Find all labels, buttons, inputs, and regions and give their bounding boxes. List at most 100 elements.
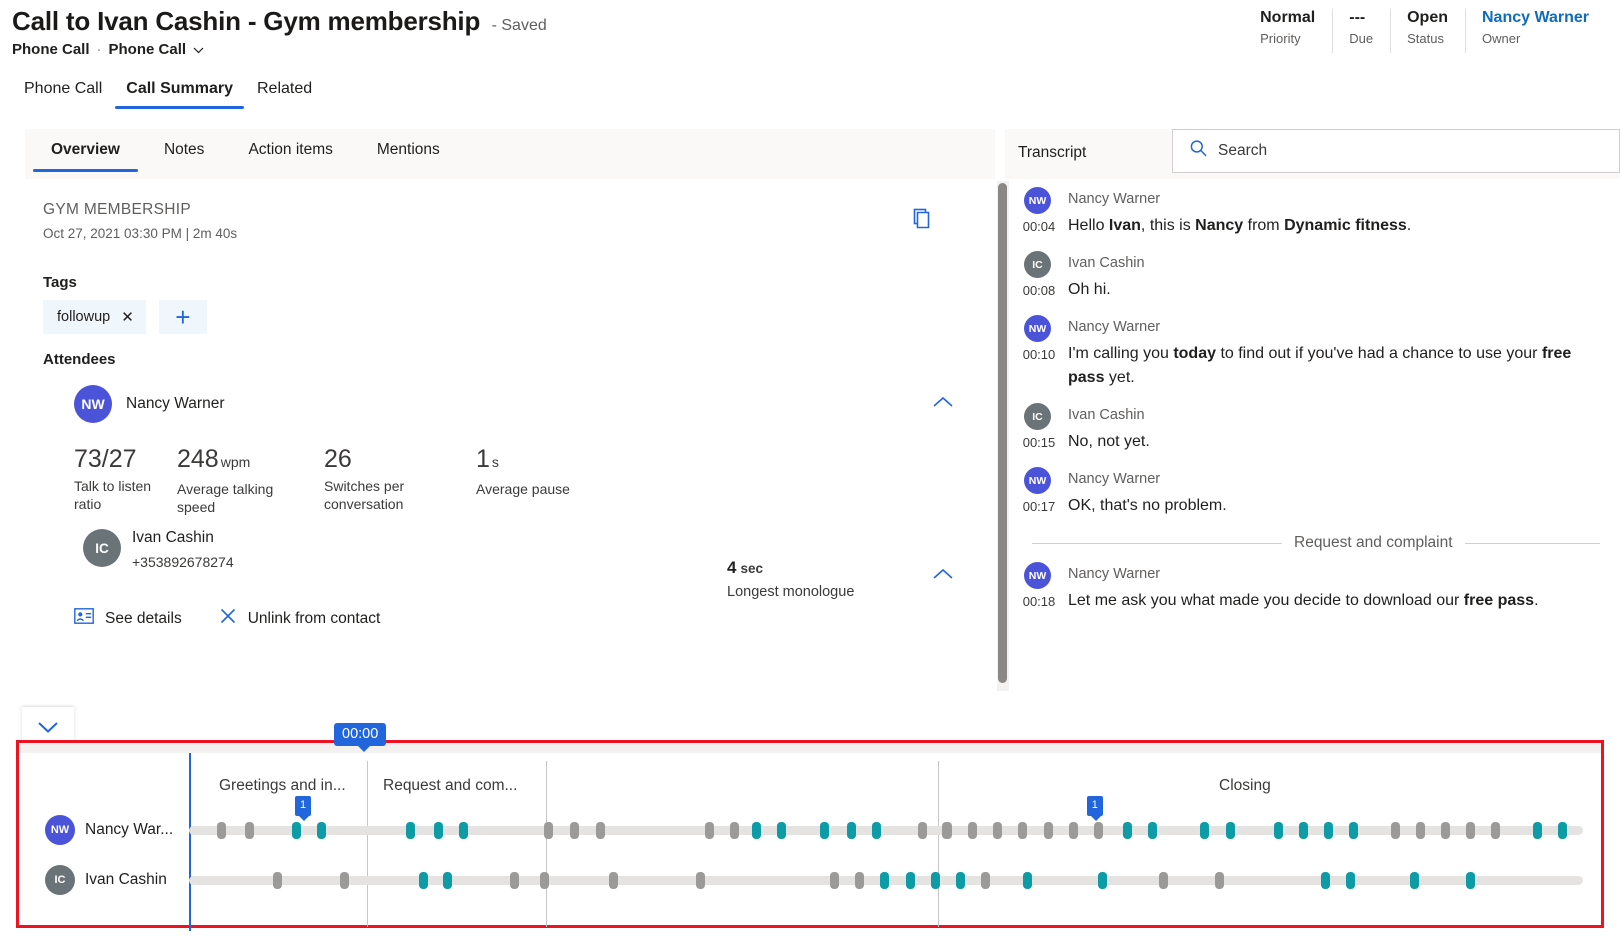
header-info-priority[interactable]: Normal Priority <box>1243 8 1332 47</box>
timeline-speech-blip <box>880 872 890 889</box>
transcript-timestamp: 00:08 <box>1022 283 1056 298</box>
avatar: IC <box>45 865 75 895</box>
header-info-group: Normal Priority --- Due Open Status Nanc… <box>1243 8 1606 60</box>
transcript-timestamp: 00:17 <box>1022 499 1056 514</box>
tab-overview[interactable]: Overview <box>29 129 142 172</box>
chevron-up-icon[interactable] <box>930 565 956 585</box>
timeline-speaker-name: Nancy War... <box>85 821 174 838</box>
transcript-speaker-name: Nancy Warner <box>1068 191 1161 207</box>
timeline-row: NW Nancy War... 1 1 <box>19 796 1601 855</box>
record-subheader: Phone Call · Phone Call <box>12 41 204 58</box>
timeline-segment-label[interactable]: Greetings and in... <box>219 777 346 795</box>
timeline-speech-blip <box>1018 822 1028 839</box>
transcript-entry[interactable]: NW 00:17 Nancy Warner OK, that's no problem… <box>1018 459 1620 523</box>
record-header: Call to Ivan Cashin - Gym membership - S… <box>0 0 1620 74</box>
transcript-entry[interactable]: IC 00:15 Ivan Cashin No, not yet. <box>1018 395 1620 459</box>
metric-value: 248 <box>177 445 219 473</box>
timeline-speech-blip <box>1465 822 1475 839</box>
metric-value: 1 <box>476 445 490 473</box>
unlink-from-contact-button[interactable]: Unlink from contact <box>219 607 380 630</box>
call-datetime-duration: Oct 27, 2021 03:30 PM | 2m 40s <box>43 226 238 241</box>
timeline-speech-blip <box>1346 872 1356 889</box>
header-info-due[interactable]: --- Due <box>1332 8 1390 53</box>
metric-label: Average talking speed <box>177 481 274 515</box>
tab-mentions[interactable]: Mentions <box>355 129 462 172</box>
timeline-speech-blip <box>918 822 928 839</box>
transcript-section-divider: Request and complaint <box>1032 534 1600 552</box>
add-tag-button[interactable]: + <box>158 300 207 334</box>
timeline-segment-label[interactable]: Closing <box>1219 777 1271 795</box>
priority-label: Priority <box>1260 31 1301 46</box>
timeline-speech-blip <box>459 822 469 839</box>
tab-action-items[interactable]: Action items <box>226 129 354 172</box>
avatar: NW <box>1024 187 1051 214</box>
attendee-name: Ivan Cashin <box>132 529 214 546</box>
transcript-text: Let me ask you what made you decide to d… <box>1068 592 1539 609</box>
metric-value: 26 <box>324 445 352 473</box>
timeline-track[interactable] <box>189 872 1583 889</box>
chevron-down-icon[interactable] <box>193 43 204 54</box>
timeline-speech-blip <box>244 822 254 839</box>
timeline-speech-blip <box>729 822 739 839</box>
transcript-entry[interactable]: NW 00:10 Nancy Warner I'm calling you today… <box>1018 307 1620 395</box>
avatar: IC <box>1024 403 1051 430</box>
timeline-speech-blip <box>872 822 882 839</box>
timeline-speech-blip <box>930 872 940 889</box>
transcript-speaker-name: Ivan Cashin <box>1068 255 1145 271</box>
transcript-entry[interactable]: NW 00:18 Nancy Warner Let me ask you what m… <box>1018 554 1620 618</box>
timeline-speech-blip <box>846 822 856 839</box>
attendees-label: Attendees <box>43 351 116 368</box>
record-title-block: Call to Ivan Cashin - Gym membership - S… <box>12 6 547 37</box>
owner-label: Owner <box>1482 31 1521 46</box>
timeline-speech-blip <box>540 872 550 889</box>
priority-value: Normal <box>1260 9 1316 26</box>
metric-label: Switches per conversation <box>324 478 405 512</box>
timeline-track[interactable]: 11 <box>189 796 1583 839</box>
timeline-speech-blip <box>406 822 416 839</box>
attendee-name: Nancy Warner <box>126 395 225 412</box>
due-value: --- <box>1349 9 1366 26</box>
timeline-speech-blip <box>941 822 951 839</box>
chevron-up-icon[interactable] <box>930 393 956 413</box>
transcript-speaker-name: Nancy Warner <box>1068 566 1161 582</box>
timeline-speech-blip <box>608 872 618 889</box>
timeline-speech-blip <box>855 872 865 889</box>
search-input[interactable]: Search <box>1172 129 1620 173</box>
owner-value[interactable]: Nancy Warner <box>1482 8 1589 28</box>
timeline-comment-marker[interactable]: 1 <box>294 796 312 821</box>
status-label: Status <box>1407 31 1444 46</box>
close-x-icon[interactable]: ✕ <box>121 310 134 325</box>
timeline-speech-blip <box>509 872 519 889</box>
copy-icon[interactable] <box>905 203 935 233</box>
tag-chip-followup[interactable]: followup ✕ <box>43 300 146 334</box>
avatar: NW <box>1024 315 1051 342</box>
header-info-owner[interactable]: Nancy Warner Owner <box>1465 8 1606 53</box>
tab-related[interactable]: Related <box>245 78 324 109</box>
header-info-status[interactable]: Open Status <box>1390 8 1465 53</box>
timeline-speech-blip <box>1490 822 1500 839</box>
transcript-panel: Transcript Search NW 00:04 Nancy Warner Hel… <box>1005 129 1620 743</box>
transcript-text: I'm calling you today to find out if you… <box>1068 345 1572 386</box>
timeline-speech-blip <box>993 822 1003 839</box>
tab-notes[interactable]: Notes <box>142 129 227 172</box>
playhead-time-badge[interactable]: 00:00 <box>334 723 387 752</box>
metric-label: Talk to listen ratio <box>74 478 152 512</box>
divider-line <box>1464 542 1600 544</box>
transcript-list[interactable]: NW 00:04 Nancy Warner Hello Ivan, this is N… <box>1018 179 1620 743</box>
tab-phone-call[interactable]: Phone Call <box>12 78 114 109</box>
transcript-speaker-name: Ivan Cashin <box>1068 407 1145 423</box>
timeline-speech-blip <box>968 822 978 839</box>
timeline-speech-blip <box>442 872 452 889</box>
avatar: NW <box>1024 562 1051 589</box>
divider-label: Request and complaint <box>1294 534 1453 551</box>
timeline-segment-label[interactable]: Request and com... <box>383 777 517 795</box>
timeline-comment-marker[interactable]: 1 <box>1086 796 1103 821</box>
transcript-entry[interactable]: NW 00:04 Nancy Warner Hello Ivan, this is N… <box>1018 179 1620 243</box>
timeline-speech-blip <box>1323 822 1333 839</box>
see-details-button[interactable]: See details <box>74 608 182 629</box>
tab-call-summary[interactable]: Call Summary <box>114 78 245 109</box>
search-placeholder: Search <box>1218 142 1268 159</box>
summary-tab-strip: Overview Notes Action items Mentions <box>25 129 995 179</box>
transcript-entry[interactable]: IC 00:08 Ivan Cashin Oh hi. <box>1018 243 1620 307</box>
avatar: NW <box>74 385 112 423</box>
